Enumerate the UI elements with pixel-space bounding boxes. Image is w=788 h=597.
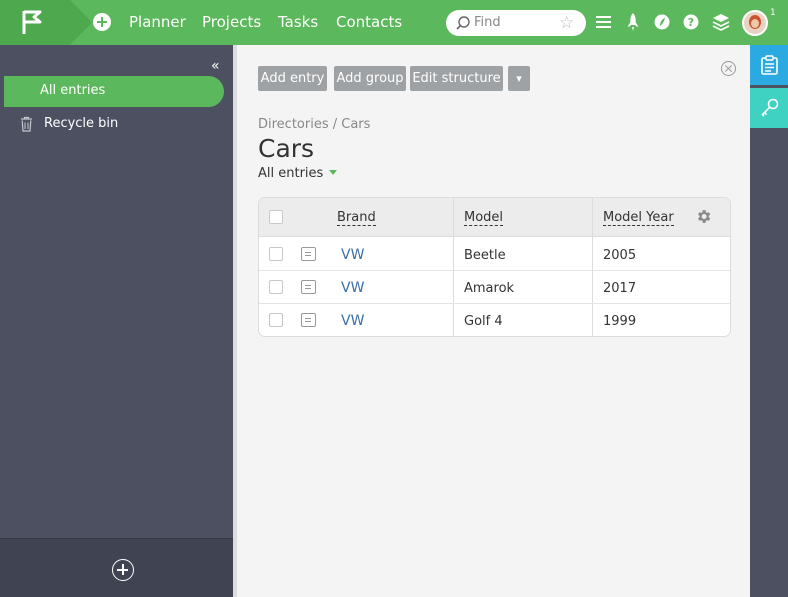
search-input[interactable]: Find bbox=[474, 15, 501, 30]
nav-projects[interactable]: Projects bbox=[202, 13, 261, 31]
avatar[interactable] bbox=[742, 10, 768, 36]
logo[interactable] bbox=[0, 0, 92, 45]
column-header-model-year[interactable]: Model Year bbox=[603, 210, 674, 226]
sidebar-footer bbox=[0, 538, 233, 597]
star-icon[interactable]: ☆ bbox=[559, 13, 574, 33]
nav-planner[interactable]: Planner bbox=[129, 13, 186, 31]
right-rail bbox=[750, 45, 788, 597]
trash-icon bbox=[21, 116, 32, 132]
card-icon[interactable] bbox=[301, 313, 316, 327]
leaf-icon[interactable] bbox=[654, 14, 670, 30]
key-button[interactable] bbox=[750, 88, 788, 128]
clipboard-button[interactable] bbox=[750, 45, 788, 85]
collapse-sidebar-icon[interactable]: « bbox=[211, 59, 220, 73]
sidebar-item-all-entries[interactable]: All entries bbox=[4, 76, 224, 107]
edit-structure-button[interactable]: Edit structure bbox=[410, 66, 503, 91]
rocket-icon[interactable] bbox=[626, 12, 640, 32]
table-row[interactable]: VW Beetle 2005 bbox=[259, 238, 730, 271]
cell-year: 1999 bbox=[603, 314, 637, 329]
search-box[interactable]: Find ☆ bbox=[446, 10, 586, 36]
view-selector[interactable]: All entries bbox=[258, 166, 338, 181]
svg-text:?: ? bbox=[688, 16, 694, 29]
select-all-checkbox[interactable] bbox=[269, 210, 283, 224]
sidebar: « All entries Recycle bin bbox=[0, 45, 233, 597]
cell-brand[interactable]: VW bbox=[341, 280, 364, 296]
clipboard-icon bbox=[761, 55, 778, 75]
row-checkbox[interactable] bbox=[269, 280, 283, 294]
card-icon[interactable] bbox=[301, 247, 316, 261]
card-icon[interactable] bbox=[301, 280, 316, 294]
table-header: Brand Model Model Year bbox=[259, 198, 730, 237]
notification-badge: 1 bbox=[770, 8, 776, 18]
more-actions-button[interactable]: ▾ bbox=[508, 66, 530, 91]
sidebar-item-label: All entries bbox=[40, 83, 106, 98]
main-panel: Add entry Add group Edit structure ▾ Dir… bbox=[233, 45, 750, 597]
cell-model: Amarok bbox=[464, 281, 515, 296]
table-row[interactable]: VW Amarok 2017 bbox=[259, 271, 730, 304]
column-header-model[interactable]: Model bbox=[464, 210, 504, 226]
add-group-button[interactable]: Add group bbox=[334, 66, 406, 91]
breadcrumb[interactable]: Directories / Cars bbox=[258, 117, 370, 132]
search-icon bbox=[456, 16, 470, 30]
cell-model: Golf 4 bbox=[464, 314, 503, 329]
table-row[interactable]: VW Golf 4 1999 bbox=[259, 304, 730, 336]
row-checkbox[interactable] bbox=[269, 247, 283, 261]
nav-tasks[interactable]: Tasks bbox=[278, 13, 318, 31]
menu-icon[interactable] bbox=[595, 14, 612, 30]
add-icon[interactable] bbox=[112, 559, 134, 581]
close-icon[interactable] bbox=[721, 61, 736, 76]
gear-icon[interactable] bbox=[695, 208, 712, 225]
cell-year: 2005 bbox=[603, 248, 637, 263]
add-entry-button[interactable]: Add entry bbox=[258, 66, 327, 91]
view-selector-label: All entries bbox=[258, 166, 324, 181]
cell-year: 2017 bbox=[603, 281, 637, 296]
help-icon[interactable]: ? bbox=[683, 14, 699, 30]
cell-brand[interactable]: VW bbox=[341, 313, 364, 329]
sidebar-item-label: Recycle bin bbox=[44, 116, 119, 131]
chevron-down-icon bbox=[329, 170, 338, 175]
key-icon bbox=[761, 98, 779, 117]
row-checkbox[interactable] bbox=[269, 313, 283, 327]
create-new-button[interactable] bbox=[93, 13, 111, 31]
entries-table: Brand Model Model Year VW Beetle 2005 VW… bbox=[258, 197, 731, 337]
flag-logo-icon bbox=[0, 0, 92, 45]
cell-model: Beetle bbox=[464, 248, 506, 263]
page-title: Cars bbox=[258, 134, 315, 163]
cell-brand[interactable]: VW bbox=[341, 247, 364, 263]
nav-contacts[interactable]: Contacts bbox=[336, 13, 402, 31]
column-header-brand[interactable]: Brand bbox=[337, 210, 376, 226]
layers-icon[interactable] bbox=[712, 13, 730, 31]
sidebar-item-recycle-bin[interactable]: Recycle bin bbox=[4, 109, 224, 140]
top-bar: Planner Projects Tasks Contacts Find ☆ ?… bbox=[0, 0, 788, 45]
